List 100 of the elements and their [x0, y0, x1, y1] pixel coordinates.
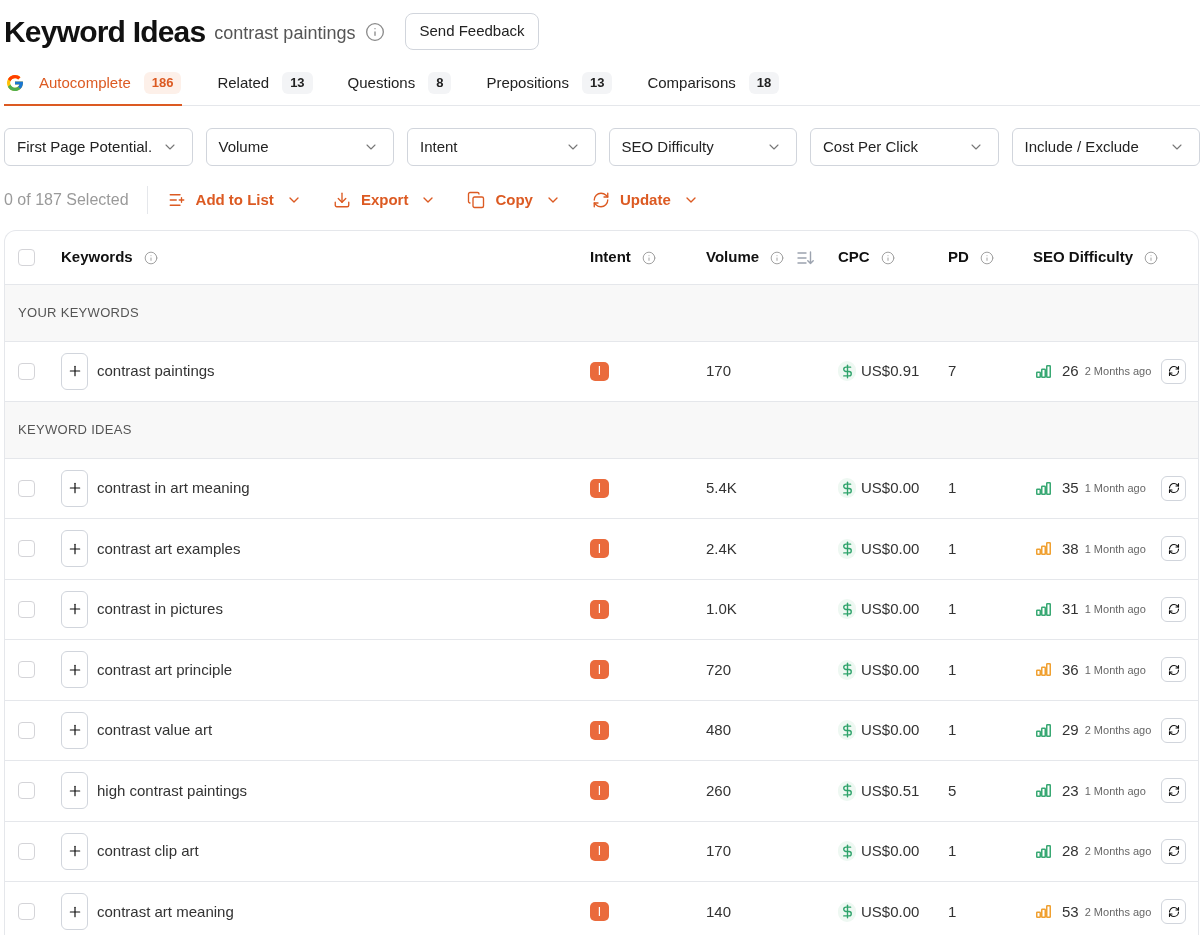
row-checkbox[interactable] [18, 782, 35, 800]
column-header: Keywords [61, 247, 133, 268]
dollar-icon [838, 720, 856, 741]
column-header: PD [948, 247, 969, 268]
info-icon[interactable] [770, 250, 785, 265]
send-feedback-button[interactable]: Send Feedback [405, 13, 539, 50]
updated-time: 1 Month ago [1084, 662, 1146, 678]
cpc-value: US$0.00 [861, 901, 920, 922]
refresh-button[interactable] [1161, 657, 1186, 683]
volume-value: 5.4K [706, 478, 737, 498]
keyword-text: high contrast paintings [97, 780, 248, 801]
count-badge: 18 [748, 72, 780, 94]
add-to-list-button[interactable]: Add to List [167, 188, 302, 212]
filter-dropdown[interactable]: Include / Exclude [1011, 128, 1200, 166]
volume-value: 480 [706, 720, 732, 740]
add-keyword-button[interactable] [61, 832, 88, 870]
add-keyword-button[interactable] [61, 530, 88, 568]
pd-value: 1 [948, 538, 957, 559]
add-keyword-button[interactable] [61, 893, 88, 931]
updated-time: 1 Month ago [1084, 783, 1146, 799]
filter-dropdown[interactable]: Cost Per Click [810, 128, 999, 166]
info-icon[interactable] [880, 250, 895, 265]
row-checkbox[interactable] [18, 721, 35, 739]
add-keyword-button[interactable] [61, 772, 88, 810]
updated-time: 2 Months ago [1084, 723, 1152, 738]
filter-dropdown[interactable]: First Page Potential. [4, 128, 193, 166]
dollar-icon [838, 599, 856, 620]
refresh-icon [1167, 845, 1180, 858]
keyword-text: contrast art examples [97, 538, 241, 559]
update-button[interactable]: Update [591, 188, 699, 212]
refresh-button[interactable] [1161, 899, 1186, 925]
row-checkbox[interactable] [18, 842, 35, 860]
refresh-button[interactable] [1161, 838, 1186, 864]
tab[interactable]: Prepositions 13 [486, 62, 613, 106]
info-icon[interactable] [1144, 250, 1158, 265]
updated-time: 2 Months ago [1084, 844, 1152, 859]
updated-time: 1 Month ago [1084, 481, 1146, 496]
dollar-icon [838, 361, 856, 382]
refresh-button[interactable] [1161, 596, 1186, 622]
column-header: SEO Difficulty [1033, 247, 1133, 268]
column-header: CPC [838, 247, 870, 268]
add-keyword-button[interactable] [61, 469, 88, 507]
add-keyword-button[interactable] [61, 651, 88, 689]
select-all-checkbox[interactable] [18, 249, 35, 266]
difficulty-score: 38 [1062, 538, 1079, 559]
pd-value: 1 [948, 841, 957, 861]
intent-badge: I [590, 478, 609, 498]
info-icon[interactable] [641, 250, 656, 265]
updated-time: 2 Months ago [1084, 364, 1152, 379]
row-checkbox[interactable] [18, 479, 35, 497]
add-keyword-button[interactable] [61, 590, 88, 628]
difficulty-score: 28 [1062, 841, 1079, 861]
tab[interactable]: Autocomplete 186 [4, 62, 183, 106]
filter-dropdown[interactable]: Intent [407, 128, 596, 166]
refresh-button[interactable] [1161, 475, 1186, 501]
sort-icon[interactable] [797, 250, 815, 265]
volume-value: 170 [706, 841, 732, 861]
tab[interactable]: Related 13 [217, 62, 313, 106]
filter-dropdown[interactable]: Volume [205, 128, 394, 166]
refresh-icon [1167, 905, 1180, 918]
refresh-button[interactable] [1161, 778, 1186, 804]
info-icon[interactable] [143, 250, 158, 265]
difficulty-score: 35 [1062, 478, 1079, 498]
info-icon[interactable] [979, 250, 994, 265]
tab[interactable]: Comparisons 18 [647, 62, 780, 106]
column-header: Volume [706, 247, 760, 268]
difficulty-score: 31 [1062, 599, 1079, 619]
row-checkbox[interactable] [18, 540, 35, 558]
intent-badge: I [590, 902, 609, 922]
dollar-icon [838, 901, 856, 922]
row-checkbox[interactable] [18, 661, 35, 679]
row-checkbox[interactable] [18, 600, 35, 618]
refresh-button[interactable] [1161, 717, 1186, 743]
add-keyword-button[interactable] [61, 711, 88, 749]
difficulty-score: 36 [1062, 659, 1079, 680]
copy-button[interactable]: Copy [467, 188, 561, 212]
keyword-text: contrast art principle [97, 659, 233, 680]
pd-value: 1 [948, 720, 957, 740]
refresh-button[interactable] [1161, 358, 1186, 384]
g-logo-icon [7, 75, 23, 91]
pd-value: 1 [948, 659, 957, 680]
add-keyword-button[interactable] [61, 352, 88, 390]
tab[interactable]: Questions 8 [347, 62, 452, 106]
filter-dropdown[interactable]: SEO Difficulty [608, 128, 797, 166]
export-button[interactable]: Export [332, 188, 437, 212]
updated-time: 1 Month ago [1084, 541, 1146, 557]
dollar-icon [838, 538, 856, 559]
cpc-value: US$0.00 [861, 599, 920, 619]
section-label: KEYWORD IDEAS [18, 421, 132, 439]
cpc-value: US$0.51 [861, 780, 920, 801]
keyword-text: contrast art meaning [97, 901, 234, 922]
row-checkbox[interactable] [18, 362, 35, 380]
count-badge: 13 [282, 72, 313, 94]
refresh-button[interactable] [1161, 536, 1186, 562]
row-checkbox[interactable] [18, 903, 35, 921]
info-icon[interactable] [365, 21, 386, 42]
refresh-icon [1167, 784, 1180, 797]
copy-icon [467, 191, 486, 209]
volume-value: 170 [706, 361, 732, 381]
column-header: Intent [590, 247, 631, 268]
